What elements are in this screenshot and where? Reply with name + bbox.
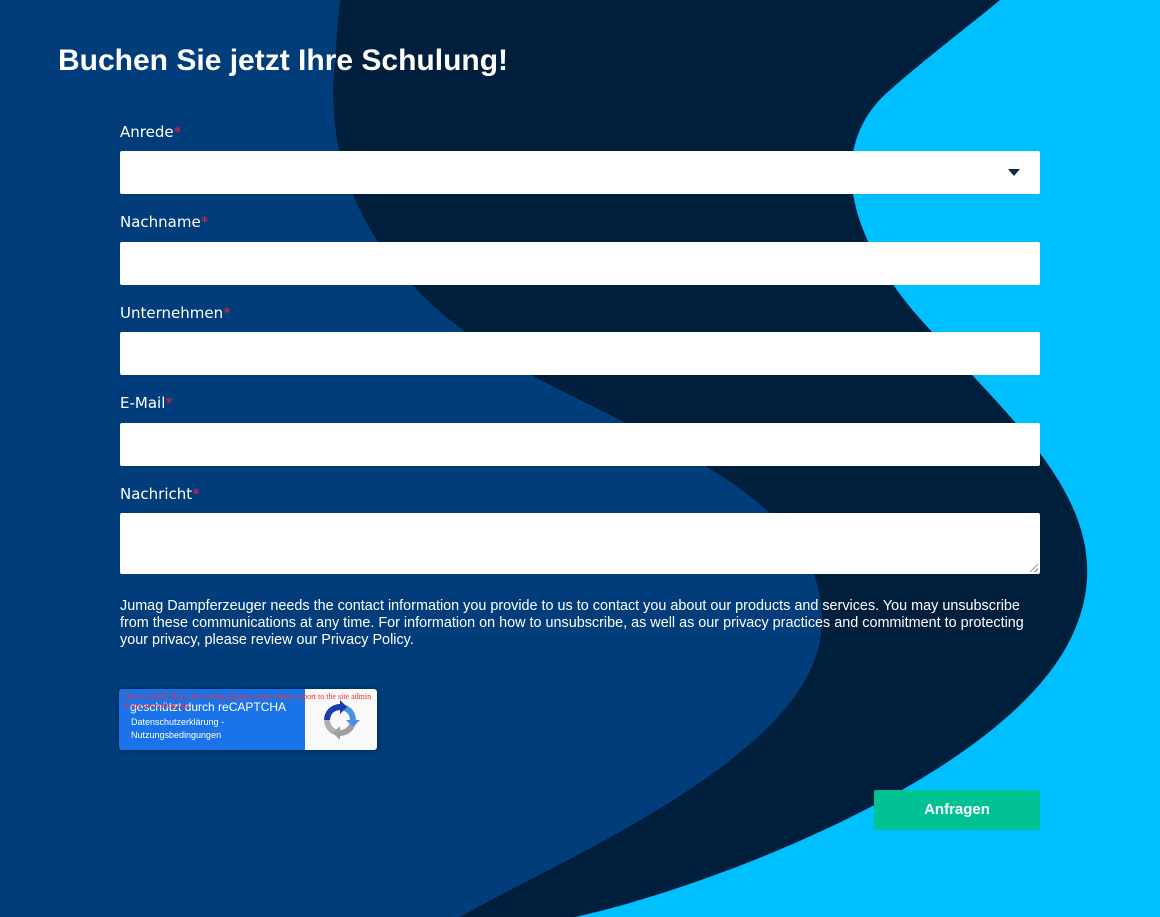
required-marker: * bbox=[200, 213, 209, 231]
privacy-notice: Jumag Dampferzeuger needs the contact in… bbox=[120, 598, 1024, 648]
chevron-down-icon bbox=[1008, 169, 1020, 176]
unternehmen-input[interactable] bbox=[120, 332, 1040, 375]
recaptcha-badge[interactable]: geschützt durch reCAPTCHA Datenschutzerk… bbox=[119, 689, 377, 750]
label-nachname-text: Nachname bbox=[120, 213, 201, 231]
submit-button[interactable]: Anfragen bbox=[874, 790, 1040, 830]
recaptcha-privacy-link[interactable]: Datenschutzerklärung bbox=[131, 717, 219, 727]
page-title: Buchen Sie jetzt Ihre Schulung! bbox=[58, 44, 509, 77]
required-marker: * bbox=[223, 304, 231, 322]
label-nachname: Nachname* bbox=[120, 213, 208, 231]
recaptcha-links: Datenschutzerklärung - Nutzungsbedingung… bbox=[131, 716, 224, 742]
required-marker: * bbox=[173, 123, 182, 141]
label-unternehmen-text: Unternehmen bbox=[120, 304, 224, 322]
anrede-select[interactable] bbox=[120, 151, 1040, 194]
required-marker: * bbox=[192, 485, 200, 503]
label-anrede: Anrede* bbox=[120, 123, 181, 141]
label-email: E-Mail* bbox=[120, 394, 173, 412]
label-unternehmen: Unternehmen* bbox=[120, 304, 231, 322]
label-nachricht: Nachricht* bbox=[120, 485, 200, 503]
label-email-text: E-Mail bbox=[120, 394, 166, 412]
label-anrede-text: Anrede bbox=[120, 123, 174, 141]
email-input[interactable] bbox=[120, 423, 1040, 466]
nachname-input[interactable] bbox=[120, 242, 1040, 285]
resize-handle-icon[interactable] bbox=[1030, 564, 1038, 572]
nachricht-textarea[interactable] bbox=[120, 513, 1040, 574]
label-nachricht-text: Nachricht bbox=[120, 485, 193, 503]
recaptcha-terms-link[interactable]: Nutzungsbedingungen bbox=[131, 730, 221, 740]
recaptcha-separator: - bbox=[218, 717, 225, 727]
required-marker: * bbox=[165, 394, 173, 412]
recaptcha-test-warning: This reCAPTCHA is for testing purposes o… bbox=[123, 692, 372, 710]
